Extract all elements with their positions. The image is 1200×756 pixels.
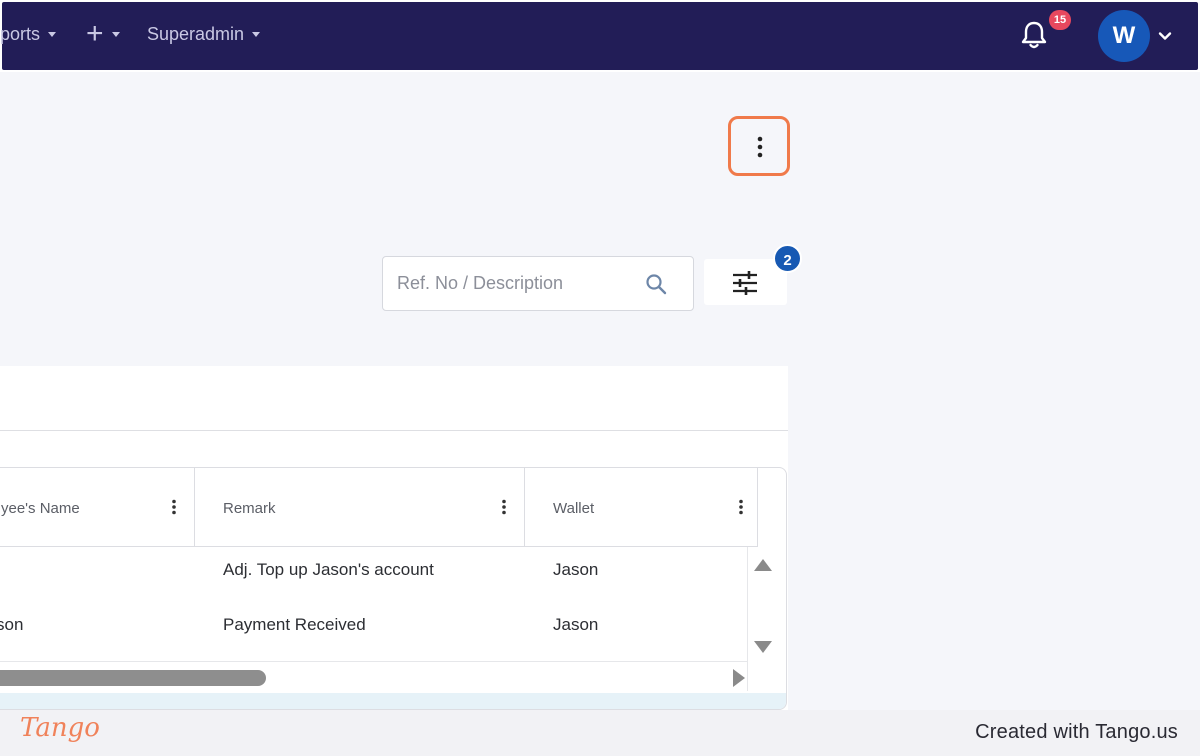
cell-wallet: Jason [553,560,599,579]
column-menu-icon[interactable] [171,499,177,515]
avatar[interactable]: W [1098,10,1150,62]
search-input[interactable] [384,258,634,309]
chevron-down-icon [111,31,120,37]
data-grid: yee's Name Remark Wallet Adj. Top up Jas… [0,467,787,710]
more-vertical-icon [757,136,763,158]
cell-remark: Payment Received [223,615,366,634]
nav-reports-menu[interactable]: ports [0,24,57,45]
column-header-label: Remark [223,500,276,517]
divider [0,430,788,431]
column-header-wallet[interactable]: Wallet [525,468,758,547]
row-divider [0,661,758,662]
filter-count-badge: 2 [773,244,802,273]
scroll-right-icon[interactable] [732,668,746,688]
column-menu-icon[interactable] [738,499,744,515]
plus-icon: + [86,17,104,50]
cell-remark: Adj. Top up Jason's account [223,560,434,579]
more-options-button[interactable] [728,116,790,176]
column-header-remark[interactable]: Remark [195,468,525,547]
column-header-label: Wallet [553,500,595,517]
grid-footer [0,693,786,709]
chevron-down-icon[interactable] [1157,28,1173,44]
notification-badge: 15 [1049,10,1071,30]
scroll-up-icon[interactable] [753,558,773,572]
nav-reports-label: ports [0,24,41,44]
cell-wallet: Jason [553,615,599,634]
horizontal-scroll-thumb[interactable] [0,670,266,686]
column-menu-icon[interactable] [501,499,507,515]
cell-payee-name: son [0,615,24,634]
column-header-label: yee's Name [1,500,80,517]
column-header-payee-name[interactable]: yee's Name [0,468,195,547]
search-icon[interactable] [644,272,668,296]
nav-superadmin-label: Superadmin [147,24,245,44]
sliders-icon [733,271,757,295]
nav-add-menu[interactable]: + [86,17,120,50]
vertical-scrollbar[interactable] [747,547,777,691]
scroll-down-icon[interactable] [753,640,773,654]
grid-header: yee's Name Remark Wallet [0,468,758,547]
tango-credit: Created with Tango.us [975,721,1178,743]
bell-icon[interactable] [1020,20,1048,50]
chevron-down-icon [48,32,57,37]
chevron-down-icon [252,32,261,37]
nav-superadmin-menu[interactable]: Superadmin [147,24,261,45]
tango-logo: Tango [20,713,100,743]
